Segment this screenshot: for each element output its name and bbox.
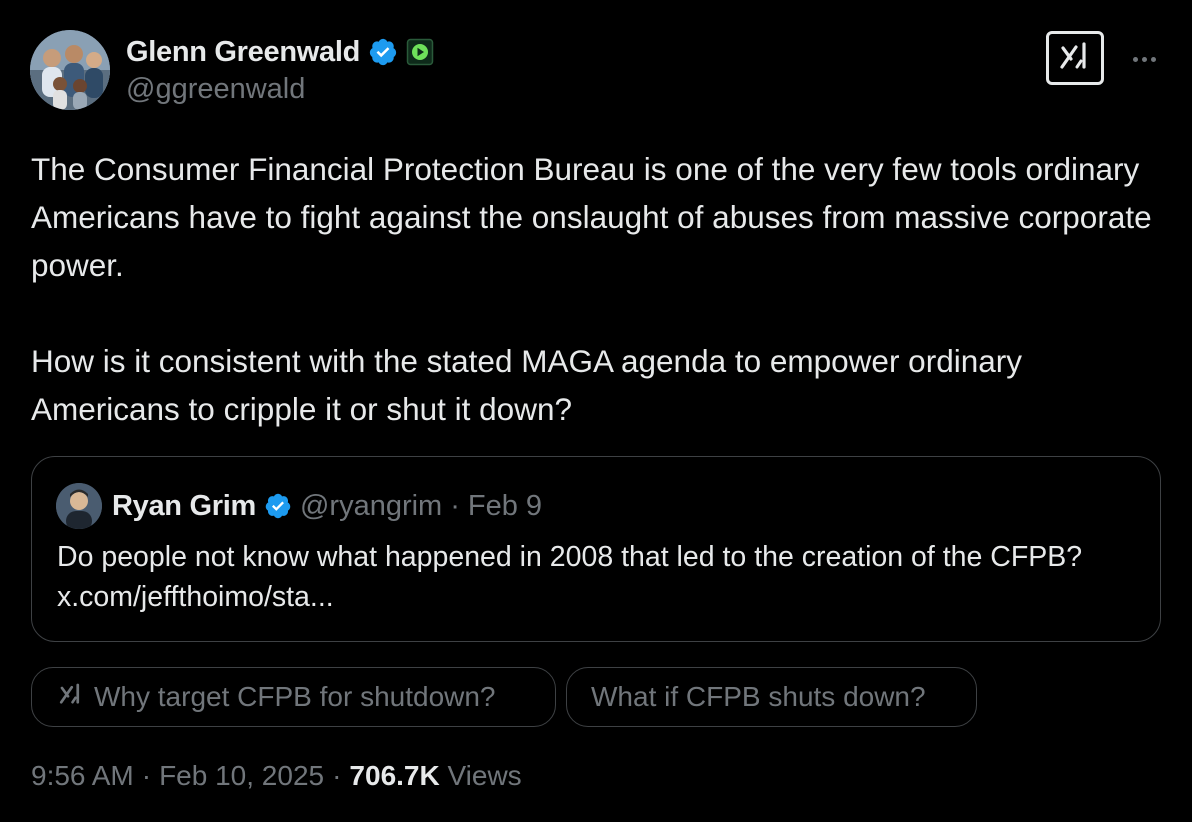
author-handle[interactable]: @ggreenwald (126, 73, 305, 106)
tweet-time[interactable]: 9:56 AM (31, 760, 134, 792)
quoted-tweet[interactable]: Ryan Grim @ryangrim · Feb 9 Do people no… (31, 456, 1161, 642)
meta-separator: · (141, 760, 152, 791)
author-name-row: Glenn Greenwald (126, 33, 434, 71)
grok-prompt-chip-2[interactable]: What if CFPB shuts down? (566, 667, 977, 727)
author-name[interactable]: Glenn Greenwald (126, 36, 360, 69)
quote-separator: · (450, 489, 460, 522)
meta-separator: · (332, 760, 342, 791)
grok-prompts: Why target CFPB for shutdown? What if CF… (31, 667, 977, 727)
grok-button[interactable] (1046, 31, 1104, 85)
tweet-paragraph-2: How is it consistent with the stated MAG… (31, 343, 1022, 427)
grok-prompt-label-2: What if CFPB shuts down? (591, 681, 926, 712)
quote-author-handle[interactable]: @ryangrim (300, 490, 442, 523)
tweet-date[interactable]: Feb 10, 2025 (159, 760, 324, 792)
grok-icon (1058, 40, 1092, 77)
grok-prompt-chip-1[interactable]: Why target CFPB for shutdown? (31, 667, 556, 727)
tweet: Glenn Greenwald @ggreenwald The Consumer… (0, 0, 1192, 822)
tweet-paragraph-1: The Consumer Financial Protection Bureau… (31, 151, 1152, 283)
verified-badge-icon (264, 492, 292, 520)
views-label: Views (447, 760, 522, 791)
tweet-meta: 9:56 AM · Feb 10, 2025 · 706.7K Views (31, 760, 522, 792)
grok-prompt-label-1: Why target CFPB for shutdown? (94, 681, 496, 712)
more-dots-icon (1132, 56, 1138, 62)
tweet-text: The Consumer Financial Protection Bureau… (31, 145, 1171, 433)
grok-icon (58, 681, 84, 713)
quote-author-avatar[interactable] (56, 483, 102, 529)
rumble-play-icon[interactable] (406, 38, 434, 66)
views-count[interactable]: 706.7K (349, 760, 439, 791)
quote-header: Ryan Grim @ryangrim · Feb 9 (112, 487, 542, 525)
author-avatar[interactable] (30, 30, 110, 110)
quote-author-name[interactable]: Ryan Grim (112, 490, 256, 523)
more-options-button[interactable] (1126, 45, 1162, 73)
verified-badge-icon (368, 37, 398, 67)
quote-date[interactable]: Feb 9 (468, 490, 542, 523)
quote-text: Do people not know what happened in 2008… (57, 541, 1083, 613)
